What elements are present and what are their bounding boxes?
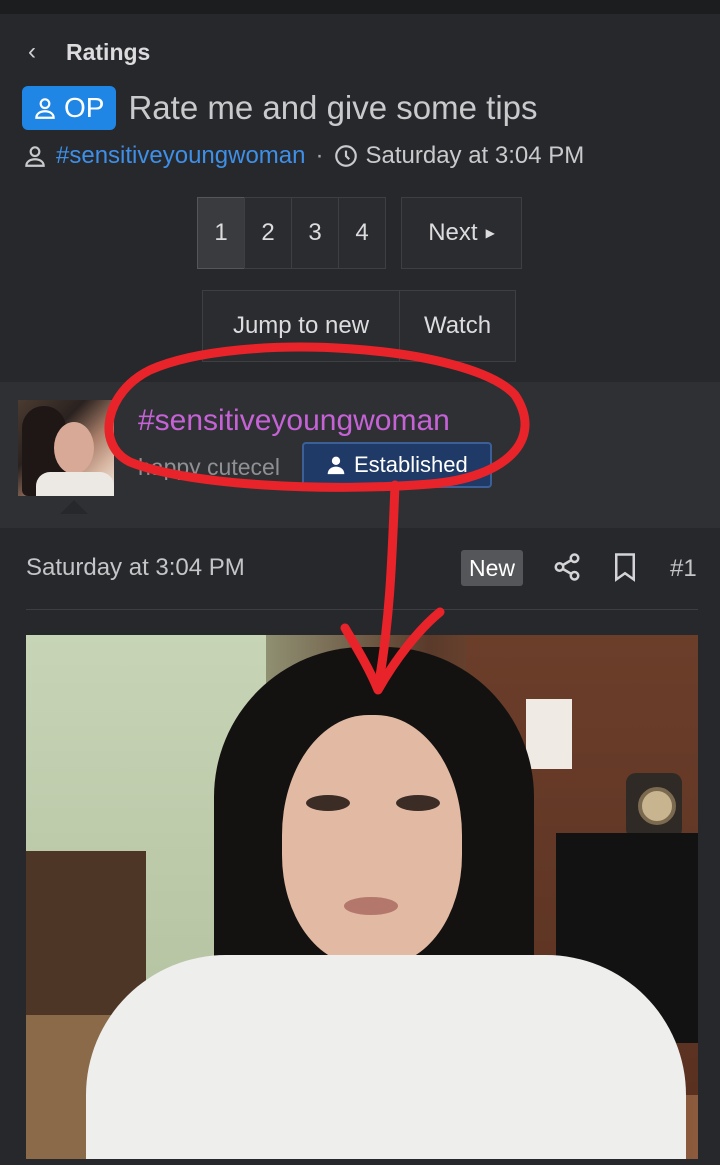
- page-4-button[interactable]: 4: [338, 197, 386, 269]
- op-badge-label: OP: [64, 92, 105, 123]
- poster-panel: #sensitiveyoungwoman happy cutecel Estab…: [0, 382, 720, 528]
- title-row: OP Rate me and give some tips: [22, 86, 538, 130]
- divider: [26, 609, 698, 610]
- page-3-button[interactable]: 3: [291, 197, 339, 269]
- poster-username[interactable]: #sensitiveyoungwoman: [138, 404, 450, 438]
- page-title: Rate me and give some tips: [128, 89, 538, 126]
- op-badge: OP: [22, 86, 117, 130]
- user-icon: [35, 98, 55, 119]
- next-page-button[interactable]: Next ▶: [401, 197, 522, 269]
- pagination: 1 2 3 4: [197, 197, 386, 269]
- thread-date[interactable]: Saturday at 3:04 PM: [365, 142, 584, 170]
- share-icon[interactable]: [552, 552, 582, 582]
- breadcrumb[interactable]: ‹ Ratings: [28, 38, 150, 66]
- post: Saturday at 3:04 PM New #1: [0, 528, 720, 1165]
- watch-button[interactable]: Watch: [399, 290, 516, 362]
- breadcrumb-label[interactable]: Ratings: [66, 39, 150, 66]
- panel-pointer: [60, 500, 88, 514]
- page-1-button[interactable]: 1: [197, 197, 245, 269]
- page-2-button[interactable]: 2: [244, 197, 292, 269]
- caret-right-icon: ▶: [485, 226, 495, 240]
- clock-icon: [333, 143, 359, 169]
- avatar[interactable]: [18, 400, 114, 496]
- next-label: Next: [428, 219, 478, 246]
- bookmark-icon[interactable]: [612, 552, 638, 582]
- post-date[interactable]: Saturday at 3:04 PM: [26, 554, 245, 582]
- poster-user-title: happy cutecel: [138, 454, 280, 480]
- user-icon: [327, 456, 345, 475]
- rank-badge-label: Established: [354, 452, 468, 477]
- thread-actions: Jump to new Watch: [202, 290, 516, 362]
- chevron-left-icon[interactable]: ‹: [28, 38, 44, 66]
- post-photo[interactable]: [26, 635, 698, 1159]
- jump-to-new-button[interactable]: Jump to new: [202, 290, 400, 362]
- thread-meta: #sensitiveyoungwoman · Saturday at 3:04 …: [22, 142, 584, 170]
- author-link[interactable]: #sensitiveyoungwoman: [56, 142, 305, 170]
- post-number[interactable]: #1: [670, 555, 697, 583]
- meta-separator: ·: [315, 142, 324, 169]
- user-icon: [22, 143, 48, 169]
- rank-badge: Established: [302, 442, 492, 488]
- new-badge: New: [461, 550, 524, 586]
- status-strip: [0, 0, 720, 14]
